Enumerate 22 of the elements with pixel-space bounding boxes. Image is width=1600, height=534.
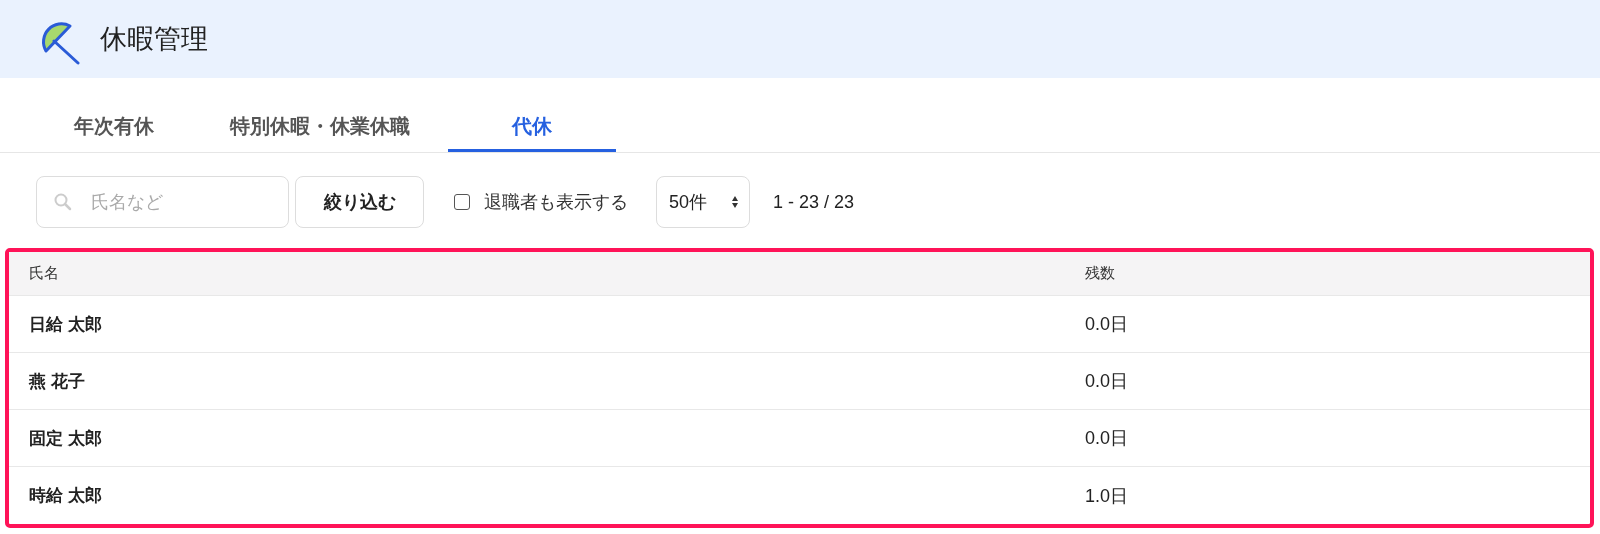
remaining-days: 0.0日 bbox=[1085, 369, 1590, 393]
employee-name: 燕 花子 bbox=[27, 370, 86, 393]
search-icon bbox=[54, 193, 72, 211]
employee-name: 時給 太郎 bbox=[28, 485, 103, 507]
filter-button[interactable]: 絞り込む bbox=[295, 176, 424, 228]
app-title: 休暇管理 bbox=[100, 23, 208, 56]
employee-name: 日給 太郎 bbox=[28, 313, 103, 336]
tab[interactable]: 特別休暇・休業休職 bbox=[192, 105, 448, 152]
sort-arrows-icon bbox=[731, 195, 739, 209]
remaining-days: 1.0日 bbox=[1085, 483, 1590, 508]
employee-name: 固定 太郎 bbox=[28, 427, 103, 450]
column-header: 氏名 bbox=[28, 264, 60, 283]
tab[interactable]: 年次有休 bbox=[36, 105, 192, 152]
column-header: 残数 bbox=[1085, 264, 1116, 283]
checkbox[interactable] bbox=[454, 194, 470, 210]
pagination-range: 1 - 23 / 23 bbox=[773, 191, 855, 213]
remaining-days: 0.0日 bbox=[1085, 312, 1590, 336]
page-size-select[interactable]: 50件 bbox=[656, 176, 750, 228]
tab[interactable]: 代休 bbox=[448, 105, 616, 152]
checkbox-label: 退職者も表示する bbox=[484, 191, 628, 214]
search-field[interactable]: 氏名など bbox=[36, 176, 289, 228]
remaining-days: 0.0日 bbox=[1085, 426, 1590, 450]
